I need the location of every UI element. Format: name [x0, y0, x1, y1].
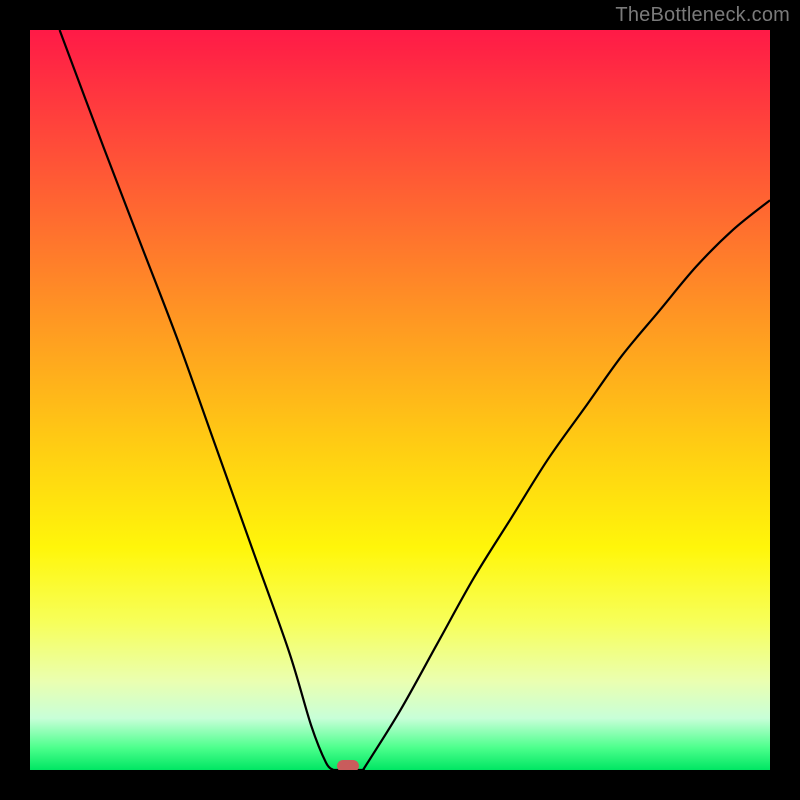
bottleneck-curve: [60, 30, 770, 770]
watermark-text: TheBottleneck.com: [615, 4, 790, 27]
optimum-marker: [337, 760, 359, 770]
plot-area: [30, 30, 770, 770]
chart-frame: TheBottleneck.com: [0, 0, 800, 800]
curve-svg: [30, 30, 770, 770]
